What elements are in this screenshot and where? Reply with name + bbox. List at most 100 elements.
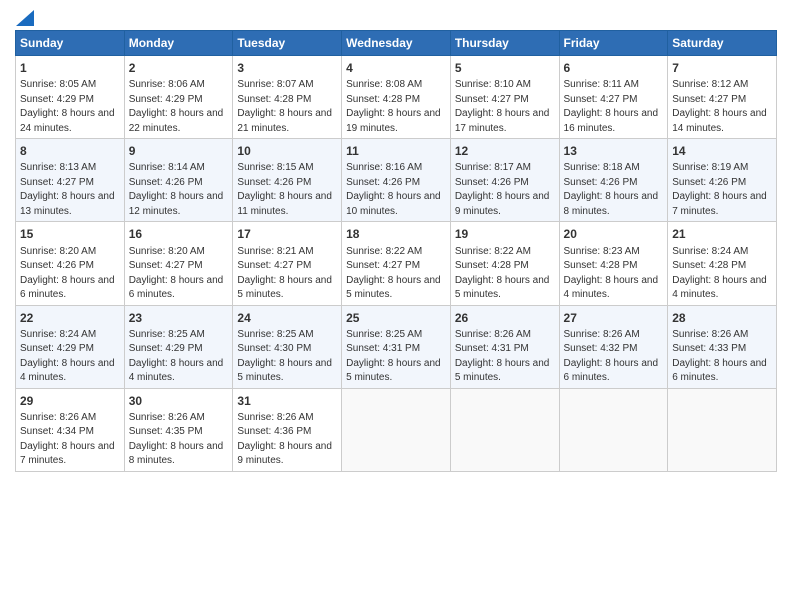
calendar-cell: 5 Sunrise: 8:10 AMSunset: 4:27 PMDayligh… — [450, 56, 559, 139]
day-number: 3 — [237, 60, 337, 76]
day-number: 8 — [20, 143, 120, 159]
day-info: Sunrise: 8:26 AMSunset: 4:32 PMDaylight:… — [564, 329, 659, 384]
day-number: 21 — [672, 226, 772, 242]
day-number: 20 — [564, 226, 664, 242]
day-info: Sunrise: 8:21 AMSunset: 4:27 PMDaylight:… — [237, 246, 332, 301]
calendar-header-friday: Friday — [559, 31, 668, 56]
calendar-cell: 25 Sunrise: 8:25 AMSunset: 4:31 PMDaylig… — [342, 305, 451, 388]
day-number: 7 — [672, 60, 772, 76]
calendar-header-thursday: Thursday — [450, 31, 559, 56]
day-number: 6 — [564, 60, 664, 76]
day-number: 30 — [129, 393, 229, 409]
day-info: Sunrise: 8:20 AMSunset: 4:26 PMDaylight:… — [20, 246, 115, 301]
calendar-header-monday: Monday — [124, 31, 233, 56]
calendar-cell: 12 Sunrise: 8:17 AMSunset: 4:26 PMDaylig… — [450, 139, 559, 222]
calendar-cell: 24 Sunrise: 8:25 AMSunset: 4:30 PMDaylig… — [233, 305, 342, 388]
day-info: Sunrise: 8:17 AMSunset: 4:26 PMDaylight:… — [455, 162, 550, 217]
day-number: 28 — [672, 310, 772, 326]
day-number: 2 — [129, 60, 229, 76]
day-info: Sunrise: 8:14 AMSunset: 4:26 PMDaylight:… — [129, 162, 224, 217]
calendar-cell: 3 Sunrise: 8:07 AMSunset: 4:28 PMDayligh… — [233, 56, 342, 139]
day-info: Sunrise: 8:10 AMSunset: 4:27 PMDaylight:… — [455, 79, 550, 134]
page-container: SundayMondayTuesdayWednesdayThursdayFrid… — [0, 0, 792, 477]
logo — [15, 10, 34, 26]
calendar-cell: 18 Sunrise: 8:22 AMSunset: 4:27 PMDaylig… — [342, 222, 451, 305]
calendar-cell — [559, 388, 668, 471]
day-info: Sunrise: 8:24 AMSunset: 4:29 PMDaylight:… — [20, 329, 115, 384]
day-info: Sunrise: 8:05 AMSunset: 4:29 PMDaylight:… — [20, 79, 115, 134]
day-number: 24 — [237, 310, 337, 326]
day-info: Sunrise: 8:25 AMSunset: 4:31 PMDaylight:… — [346, 329, 441, 384]
calendar-cell: 17 Sunrise: 8:21 AMSunset: 4:27 PMDaylig… — [233, 222, 342, 305]
day-info: Sunrise: 8:16 AMSunset: 4:26 PMDaylight:… — [346, 162, 441, 217]
day-number: 13 — [564, 143, 664, 159]
day-number: 22 — [20, 310, 120, 326]
day-number: 18 — [346, 226, 446, 242]
calendar-cell: 10 Sunrise: 8:15 AMSunset: 4:26 PMDaylig… — [233, 139, 342, 222]
calendar-cell: 16 Sunrise: 8:20 AMSunset: 4:27 PMDaylig… — [124, 222, 233, 305]
calendar-cell: 28 Sunrise: 8:26 AMSunset: 4:33 PMDaylig… — [668, 305, 777, 388]
day-number: 12 — [455, 143, 555, 159]
calendar-week-row: 15 Sunrise: 8:20 AMSunset: 4:26 PMDaylig… — [16, 222, 777, 305]
calendar-week-row: 22 Sunrise: 8:24 AMSunset: 4:29 PMDaylig… — [16, 305, 777, 388]
day-number: 5 — [455, 60, 555, 76]
day-info: Sunrise: 8:26 AMSunset: 4:35 PMDaylight:… — [129, 412, 224, 467]
calendar-cell: 15 Sunrise: 8:20 AMSunset: 4:26 PMDaylig… — [16, 222, 125, 305]
calendar-cell: 26 Sunrise: 8:26 AMSunset: 4:31 PMDaylig… — [450, 305, 559, 388]
calendar-cell: 6 Sunrise: 8:11 AMSunset: 4:27 PMDayligh… — [559, 56, 668, 139]
day-info: Sunrise: 8:24 AMSunset: 4:28 PMDaylight:… — [672, 246, 767, 301]
calendar-header-sunday: Sunday — [16, 31, 125, 56]
day-number: 27 — [564, 310, 664, 326]
calendar-cell: 30 Sunrise: 8:26 AMSunset: 4:35 PMDaylig… — [124, 388, 233, 471]
day-info: Sunrise: 8:19 AMSunset: 4:26 PMDaylight:… — [672, 162, 767, 217]
day-number: 9 — [129, 143, 229, 159]
logo-triangle-icon — [16, 10, 34, 26]
calendar-cell: 14 Sunrise: 8:19 AMSunset: 4:26 PMDaylig… — [668, 139, 777, 222]
day-info: Sunrise: 8:15 AMSunset: 4:26 PMDaylight:… — [237, 162, 332, 217]
day-number: 16 — [129, 226, 229, 242]
calendar-cell: 1 Sunrise: 8:05 AMSunset: 4:29 PMDayligh… — [16, 56, 125, 139]
calendar-cell: 19 Sunrise: 8:22 AMSunset: 4:28 PMDaylig… — [450, 222, 559, 305]
day-info: Sunrise: 8:26 AMSunset: 4:31 PMDaylight:… — [455, 329, 550, 384]
calendar-cell: 7 Sunrise: 8:12 AMSunset: 4:27 PMDayligh… — [668, 56, 777, 139]
day-number: 25 — [346, 310, 446, 326]
calendar-cell: 23 Sunrise: 8:25 AMSunset: 4:29 PMDaylig… — [124, 305, 233, 388]
day-number: 29 — [20, 393, 120, 409]
day-info: Sunrise: 8:06 AMSunset: 4:29 PMDaylight:… — [129, 79, 224, 134]
day-number: 26 — [455, 310, 555, 326]
day-info: Sunrise: 8:12 AMSunset: 4:27 PMDaylight:… — [672, 79, 767, 134]
day-info: Sunrise: 8:07 AMSunset: 4:28 PMDaylight:… — [237, 79, 332, 134]
day-info: Sunrise: 8:20 AMSunset: 4:27 PMDaylight:… — [129, 246, 224, 301]
calendar-cell: 2 Sunrise: 8:06 AMSunset: 4:29 PMDayligh… — [124, 56, 233, 139]
calendar-cell — [450, 388, 559, 471]
calendar-cell: 4 Sunrise: 8:08 AMSunset: 4:28 PMDayligh… — [342, 56, 451, 139]
day-info: Sunrise: 8:26 AMSunset: 4:33 PMDaylight:… — [672, 329, 767, 384]
day-info: Sunrise: 8:25 AMSunset: 4:30 PMDaylight:… — [237, 329, 332, 384]
calendar-cell: 11 Sunrise: 8:16 AMSunset: 4:26 PMDaylig… — [342, 139, 451, 222]
calendar-header-tuesday: Tuesday — [233, 31, 342, 56]
day-number: 15 — [20, 226, 120, 242]
day-info: Sunrise: 8:11 AMSunset: 4:27 PMDaylight:… — [564, 79, 659, 134]
calendar-cell: 8 Sunrise: 8:13 AMSunset: 4:27 PMDayligh… — [16, 139, 125, 222]
calendar-cell: 9 Sunrise: 8:14 AMSunset: 4:26 PMDayligh… — [124, 139, 233, 222]
calendar-header-saturday: Saturday — [668, 31, 777, 56]
header — [15, 10, 777, 26]
day-info: Sunrise: 8:13 AMSunset: 4:27 PMDaylight:… — [20, 162, 115, 217]
calendar-week-row: 29 Sunrise: 8:26 AMSunset: 4:34 PMDaylig… — [16, 388, 777, 471]
calendar-cell: 21 Sunrise: 8:24 AMSunset: 4:28 PMDaylig… — [668, 222, 777, 305]
calendar-cell: 29 Sunrise: 8:26 AMSunset: 4:34 PMDaylig… — [16, 388, 125, 471]
calendar-week-row: 8 Sunrise: 8:13 AMSunset: 4:27 PMDayligh… — [16, 139, 777, 222]
calendar-cell — [342, 388, 451, 471]
day-number: 31 — [237, 393, 337, 409]
day-info: Sunrise: 8:22 AMSunset: 4:28 PMDaylight:… — [455, 246, 550, 301]
day-info: Sunrise: 8:26 AMSunset: 4:36 PMDaylight:… — [237, 412, 332, 467]
calendar-header-wednesday: Wednesday — [342, 31, 451, 56]
day-number: 11 — [346, 143, 446, 159]
day-info: Sunrise: 8:25 AMSunset: 4:29 PMDaylight:… — [129, 329, 224, 384]
day-info: Sunrise: 8:08 AMSunset: 4:28 PMDaylight:… — [346, 79, 441, 134]
calendar-table: SundayMondayTuesdayWednesdayThursdayFrid… — [15, 30, 777, 472]
calendar-header-row: SundayMondayTuesdayWednesdayThursdayFrid… — [16, 31, 777, 56]
day-info: Sunrise: 8:18 AMSunset: 4:26 PMDaylight:… — [564, 162, 659, 217]
calendar-cell: 13 Sunrise: 8:18 AMSunset: 4:26 PMDaylig… — [559, 139, 668, 222]
calendar-week-row: 1 Sunrise: 8:05 AMSunset: 4:29 PMDayligh… — [16, 56, 777, 139]
